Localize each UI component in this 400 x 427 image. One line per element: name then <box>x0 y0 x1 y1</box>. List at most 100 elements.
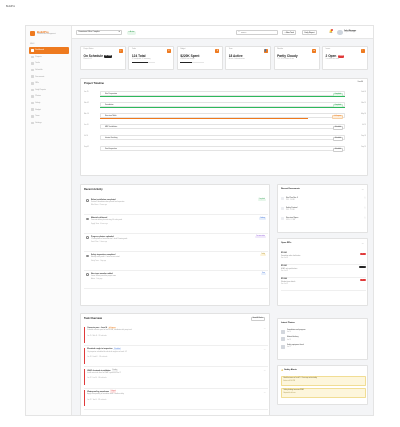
stat-label: Budget <box>180 49 186 50</box>
activity-icon <box>86 199 89 202</box>
stat-value-text: 124 Total <box>131 54 146 59</box>
photo-date: Jan 12 <box>287 347 291 349</box>
stat-value: 2 Open Critical <box>326 54 365 58</box>
more-icon[interactable]: ⋯ <box>362 188 364 191</box>
photo-item[interactable]: Foundation work progress Jan 14 <box>281 329 366 337</box>
sidebar-item-team[interactable]: Team <box>29 113 69 120</box>
document-item[interactable]: Structural Specs DWG · 8.7 MB ⤓ <box>281 216 366 226</box>
task-overview-panel: Task Overview View All Tasks Concrete po… <box>80 313 270 415</box>
timeline-start-date: Jul 16 <box>84 136 89 138</box>
timeline-phase-box: Structural Work In Progress <box>100 113 345 120</box>
checklist-icon: ☑ <box>166 49 171 53</box>
list-item[interactable]: Safety inspection completed Monthly safet… <box>84 252 268 271</box>
download-icon[interactable]: ⤓ <box>365 217 366 220</box>
download-icon[interactable]: ⤓ <box>365 197 366 200</box>
list-item[interactable]: Progress photos uploaded 12 new photos of… <box>84 234 268 253</box>
new-task-button[interactable]: + New Task <box>282 30 297 35</box>
panel-title: Latest Photos <box>281 322 295 324</box>
avatar[interactable] <box>337 29 343 35</box>
sidebar-item-label: Dashboard <box>35 49 44 52</box>
activity-meta: Safety Team · 1 day ago <box>91 260 107 262</box>
rfi-item[interactable]: RFI-044 Window frame details Due: Jan 22 Ur… <box>281 278 366 291</box>
sidebar-item-schedule[interactable]: Schedule <box>29 67 69 74</box>
download-icon[interactable]: ⤓ <box>365 207 366 210</box>
photo-item[interactable]: Material delivery Jan 13 <box>281 337 366 345</box>
search-input[interactable] <box>240 31 277 34</box>
sidebar-item-dashboard[interactable]: Dashboard <box>29 47 69 54</box>
view-all-tasks-button[interactable]: View All Tasks <box>250 317 265 321</box>
task-item[interactable]: Waterproofing membrane Delayed Apply water… <box>84 389 268 410</box>
sidebar-item-tasks[interactable]: Tasks <box>29 60 69 67</box>
timeline-row[interactable]: Sep 02 Final Inspection Scheduled Sep 15 <box>84 145 366 156</box>
safety-alert[interactable]: Safety briefing tomorrow 8 AM Required fo… <box>281 388 366 398</box>
panel-title: Task Overview <box>84 317 102 320</box>
task-status-badge: In Progress <box>108 327 117 330</box>
task-item[interactable]: HVAC ductwork installation Pending Install… <box>84 367 268 389</box>
safety-alert[interactable]: Hard hat zone on Level 3 - Crane ops act… <box>281 376 366 386</box>
brand[interactable]: BuildPro Construction Management <box>30 31 56 36</box>
rfi-item[interactable]: RFI-042 Foundation rebar clarification Due… <box>281 252 366 265</box>
timeline-start-date: Feb 02 <box>84 103 89 105</box>
timeline-row[interactable]: Mar 16 Structural Work In Progress May 30 <box>84 112 366 123</box>
project-timeline-panel: Project Timeline View All Jan 15 Site Pre… <box>80 78 368 176</box>
rfi-list: RFI-042 Foundation rebar clarification Due… <box>281 252 366 291</box>
more-icon[interactable]: ⋯ <box>264 369 266 372</box>
list-item[interactable]: Materials delivered Concrete delivery for… <box>84 215 268 234</box>
timeline-row[interactable]: Feb 02 Foundation Completed Mar 15 <box>84 101 366 112</box>
project-select[interactable]: Downtown Office Complex ▾ <box>76 30 122 35</box>
timeline-phase-box: MEP Installation Scheduled <box>100 124 345 131</box>
sidebar-item-projects[interactable]: Projects <box>29 54 69 61</box>
sidebar-item-documents[interactable]: Documents <box>29 73 69 80</box>
task-priority-bar <box>84 390 85 407</box>
more-icon[interactable]: ⋯ <box>264 348 266 351</box>
sidebar-item-budget[interactable]: Budget <box>29 106 69 113</box>
sidebar-item-daily-reports[interactable]: Daily Reports <box>29 87 69 94</box>
document-size: PDF · 1.1 MB <box>286 209 295 211</box>
stat-progress-bar <box>131 61 156 63</box>
document-item[interactable]: Site Plan Rev. 3 PDF · 2.4 MB ⤓ <box>281 196 366 206</box>
sidebar-item-safety[interactable]: Safety <box>29 100 69 107</box>
sidebar-item-rfis[interactable]: RFIs <box>29 80 69 87</box>
activity-meta: Admin · 1 day ago <box>91 278 103 280</box>
panel-title: Recent Documents <box>281 188 300 190</box>
task-meta: Jan 15 · Mike R. · 3/5 sub-tasks <box>87 336 107 337</box>
notifications-button[interactable]: 🔔 3 <box>329 29 334 34</box>
task-item[interactable]: Concrete pour - Level 4 In Progress Schedu… <box>84 325 268 347</box>
task-header: HVAC ductwork installation Pending <box>87 370 118 372</box>
activity-description: 12 new photos of structural steel - leve… <box>91 238 128 240</box>
stat-value-text: 2 Open <box>325 54 337 59</box>
task-header: Electrical rough-in inspection Scheduled <box>87 348 122 351</box>
more-icon[interactable]: ⋯ <box>264 327 266 330</box>
sidebar-item-photos[interactable]: Photos <box>29 93 69 100</box>
timeline-row[interactable]: Jul 16 Interior Finishing Scheduled Sep 01 <box>84 134 366 145</box>
activity-icon <box>86 254 89 258</box>
sidebar-item-settings[interactable]: Settings <box>29 120 69 127</box>
timeline-end-date: May 30 <box>361 114 366 116</box>
activity-meta: Supply Team · 4 hours ago <box>91 223 108 225</box>
photo-date: Jan 13 <box>287 339 291 341</box>
activity-title: Rebar installation completed <box>91 199 116 201</box>
stat-label: Project Status <box>83 49 94 50</box>
search-box[interactable]: ⌕ <box>236 30 278 35</box>
daily-report-button[interactable]: Daily Report <box>302 30 317 35</box>
photo-item[interactable]: Safety equipment check Jan 12 <box>281 344 366 352</box>
photo-thumbnail <box>281 337 286 342</box>
sidebar-item-label: Projects <box>35 55 42 58</box>
document-item[interactable]: Safety Protocol PDF · 1.1 MB ⤓ <box>281 206 366 216</box>
sidebar-item-label: Settings <box>35 121 42 124</box>
sidebar: BuildPro Construction Management MAIN Da… <box>26 26 72 415</box>
more-icon[interactable]: ⋯ <box>264 391 266 394</box>
more-icon[interactable]: ⋯ <box>362 242 364 245</box>
timeline-row[interactable]: Jan 15 Site Preparation Completed Feb 01 <box>84 90 366 101</box>
photo-thumbnail <box>281 344 286 349</box>
timeline-view-all-link[interactable]: View All <box>357 82 363 84</box>
timeline-row[interactable]: Jun 01 MEP Installation Scheduled Jul 15 <box>84 123 366 134</box>
stat-card: Project Status ◷ On Schedule On Track Phase … <box>80 46 127 70</box>
safety-title-text: Safety Alerts <box>284 369 297 372</box>
stat-sub: Phase 3 of 5 <box>83 59 92 61</box>
task-item[interactable]: Electrical rough-in inspection Scheduled C… <box>84 346 268 368</box>
activity-title: Progress photos uploaded <box>91 235 114 238</box>
list-item[interactable]: New team member added James Wilson joined… <box>84 271 268 289</box>
rfi-item[interactable]: RFI-043 HVAC unit specifications Due: Jan … <box>281 265 366 278</box>
list-item[interactable]: Rebar installation completed Section B fo… <box>84 197 268 216</box>
